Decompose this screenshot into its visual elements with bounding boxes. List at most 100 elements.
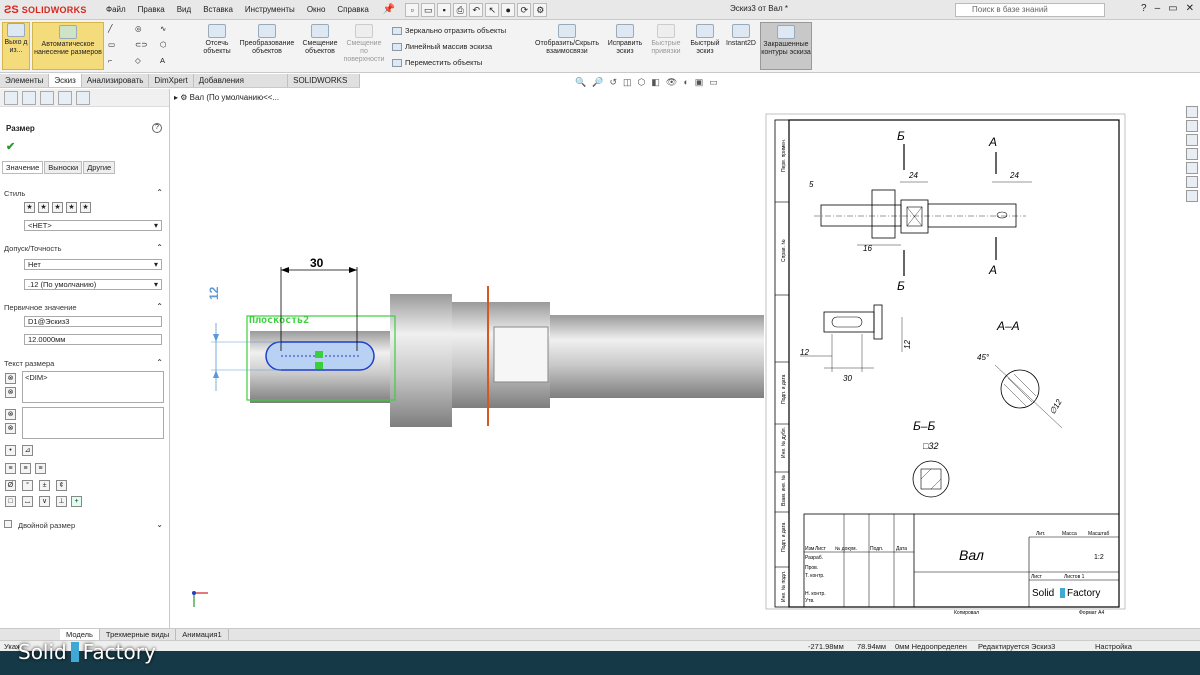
slot-center-point[interactable] (315, 351, 323, 358)
rebuild-icon[interactable]: ⟳ (517, 2, 532, 17)
custom-properties-icon[interactable] (1186, 190, 1198, 202)
tolerance-select[interactable]: Нет (24, 259, 162, 270)
shaded-contours-button[interactable]: Закрашенные контуры эскиза (760, 22, 812, 70)
rapid-sketch-button[interactable]: Быстрый эскиз (688, 24, 722, 56)
style-load-icon[interactable]: ★ (80, 202, 91, 213)
collapse-icon[interactable]: ⌃ (156, 358, 163, 367)
square-symbol-icon[interactable]: □ (5, 496, 16, 507)
add-parens-icon[interactable]: • (5, 445, 16, 456)
plane-tool[interactable]: ◇ (135, 56, 141, 65)
previous-view-icon[interactable]: ↺ (609, 77, 617, 88)
zoom-area-icon[interactable]: 🔎 (592, 77, 603, 88)
dimension-text-label[interactable]: Текст размера (4, 359, 54, 368)
depth-icon[interactable]: ⊥ (56, 496, 67, 507)
offset-surface-button[interactable]: Смещение по поверхности (343, 24, 385, 64)
view-palette-icon[interactable] (1186, 162, 1198, 174)
quick-snaps-button[interactable]: Быстрые привязки (648, 24, 684, 56)
tab-3d-views[interactable]: Трехмерные виды (100, 629, 177, 640)
linear-pattern-button[interactable]: Линейный массив эскиза (392, 42, 492, 51)
style-section-label[interactable]: Стиль (4, 189, 25, 198)
primary-value-label[interactable]: Первичное значение (4, 303, 77, 312)
pin-icon[interactable]: 📌 (383, 4, 395, 15)
justify-right-icon[interactable]: ≡ (35, 463, 46, 474)
menu-help[interactable]: Справка (331, 5, 374, 14)
options-icon[interactable]: ⚙ (533, 2, 548, 17)
justify-left-icon[interactable]: ≡ (5, 463, 16, 474)
spline-tool[interactable]: ∿ (160, 24, 166, 33)
dimension-text-area[interactable]: <DIM> (22, 371, 164, 403)
style-add-icon[interactable]: ★ (38, 202, 49, 213)
collapse-icon[interactable]: ⌃ (156, 302, 163, 311)
design-library-icon[interactable] (1186, 134, 1198, 146)
save-icon[interactable]: ▪ (437, 2, 452, 17)
line-tool[interactable]: ╱ (108, 24, 113, 33)
hide-show-icon[interactable]: 👁 (666, 77, 677, 88)
home-icon[interactable] (1186, 106, 1198, 118)
tree-root-label[interactable]: Вал (По умолчанию<<... (190, 93, 279, 102)
subtab-leaders[interactable]: Выноски (44, 161, 83, 174)
move-entities-button[interactable]: Переместить объекты (392, 58, 482, 67)
dimxpert-manager-icon[interactable] (58, 91, 72, 105)
ok-check-icon[interactable]: ✔ (6, 140, 15, 153)
offset-entities-button[interactable]: Смещение объектов (300, 24, 340, 56)
select-icon[interactable]: ↖ (485, 2, 500, 17)
help-icon[interactable]: ? (152, 123, 162, 133)
degree-symbol-icon[interactable]: ° (22, 480, 33, 491)
minimize-icon[interactable]: – (1155, 3, 1161, 14)
counterbore-icon[interactable]: ⌴ (22, 496, 33, 507)
justify-center-icon[interactable]: ≡ (20, 463, 31, 474)
close-icon[interactable]: ✕ (1186, 3, 1194, 14)
appearance-icon[interactable]: ◐ (683, 77, 688, 88)
menu-insert[interactable]: Вставка (197, 5, 239, 14)
tab-dimxpert[interactable]: DimXpert (149, 74, 194, 87)
display-style-icon[interactable]: ◧ (651, 77, 660, 88)
menu-window[interactable]: Окно (301, 5, 332, 14)
menu-edit[interactable]: Правка (132, 5, 171, 14)
dimension-value-field[interactable]: 12.0000мм (24, 334, 162, 345)
dim-text-icon[interactable]: ⊗ (5, 423, 16, 434)
file-explorer-icon[interactable] (1186, 148, 1198, 160)
dim-text-icon[interactable]: ⊗ (5, 387, 16, 398)
tab-addins[interactable]: Добавления SOLIDWORKS (194, 74, 289, 98)
dimension-text-area-lower[interactable] (22, 407, 164, 439)
view-orientation-icon[interactable]: ⬡ (638, 77, 646, 88)
section-view-icon[interactable]: ◫ (623, 77, 632, 88)
style-select[interactable]: <НЕТ> (24, 220, 162, 231)
new-icon[interactable]: ▫ (405, 2, 420, 17)
instant2d-button[interactable]: Instant2D (724, 24, 758, 48)
convert-entities-button[interactable]: Преобразование объектов (236, 24, 298, 56)
tab-model[interactable]: Модель (60, 629, 100, 640)
dim-text-icon[interactable]: ⊗ (5, 409, 16, 420)
solidworks-logo[interactable]: ƧS SOLIDWORKS (0, 0, 100, 20)
collapse-icon[interactable]: ⌃ (156, 243, 163, 252)
more-symbols-icon[interactable]: + (71, 496, 82, 507)
expand-arrow-icon[interactable]: ▸ ⚙ (174, 93, 190, 102)
diameter-symbol-icon[interactable]: Ø (5, 480, 16, 491)
dim-12-text[interactable]: 12 (207, 286, 221, 300)
feature-tree-flyout[interactable]: ▸ ⚙ Вал (По умолчанию<<... (174, 93, 279, 102)
dimension-name-field[interactable]: D1@Эскиз3 (24, 316, 162, 327)
feature-tree-icon[interactable] (4, 91, 18, 105)
style-save-icon[interactable]: ★ (66, 202, 77, 213)
fillet-tool[interactable]: ⌐ (108, 56, 112, 65)
expand-icon[interactable]: ⌄ (156, 520, 163, 529)
slot-tool[interactable]: ⊂⊃ (135, 40, 148, 49)
open-icon[interactable]: ▭ (421, 2, 436, 17)
polygon-tool[interactable]: ⬡ (160, 40, 167, 49)
menu-tools[interactable]: Инструменты (239, 5, 301, 14)
rectangle-tool[interactable]: ▭ (108, 40, 115, 49)
smart-dimension-button[interactable]: Автоматическое нанесение размеров (32, 22, 104, 70)
circle-tool[interactable]: ◎ (135, 24, 142, 33)
centerline-icon[interactable]: ¢ (56, 480, 67, 491)
subtab-value[interactable]: Значение (2, 161, 44, 174)
help-icon[interactable]: ? (1141, 3, 1147, 14)
tab-mbd[interactable]: SOLIDWORKS MBD (288, 74, 360, 98)
print-icon[interactable]: ⎙ (453, 2, 468, 17)
tab-sketch[interactable]: Эскиз (49, 74, 82, 87)
property-manager-icon[interactable] (22, 91, 36, 105)
style-apply-icon[interactable]: ★ (24, 202, 35, 213)
dim-text-icon[interactable]: ⊗ (5, 373, 16, 384)
undo-icon[interactable]: ↶ (469, 2, 484, 17)
resources-icon[interactable] (1186, 120, 1198, 132)
graphics-area[interactable]: Плоскость2 30 12 Перв. примен. Справ. № … (171, 89, 1200, 640)
